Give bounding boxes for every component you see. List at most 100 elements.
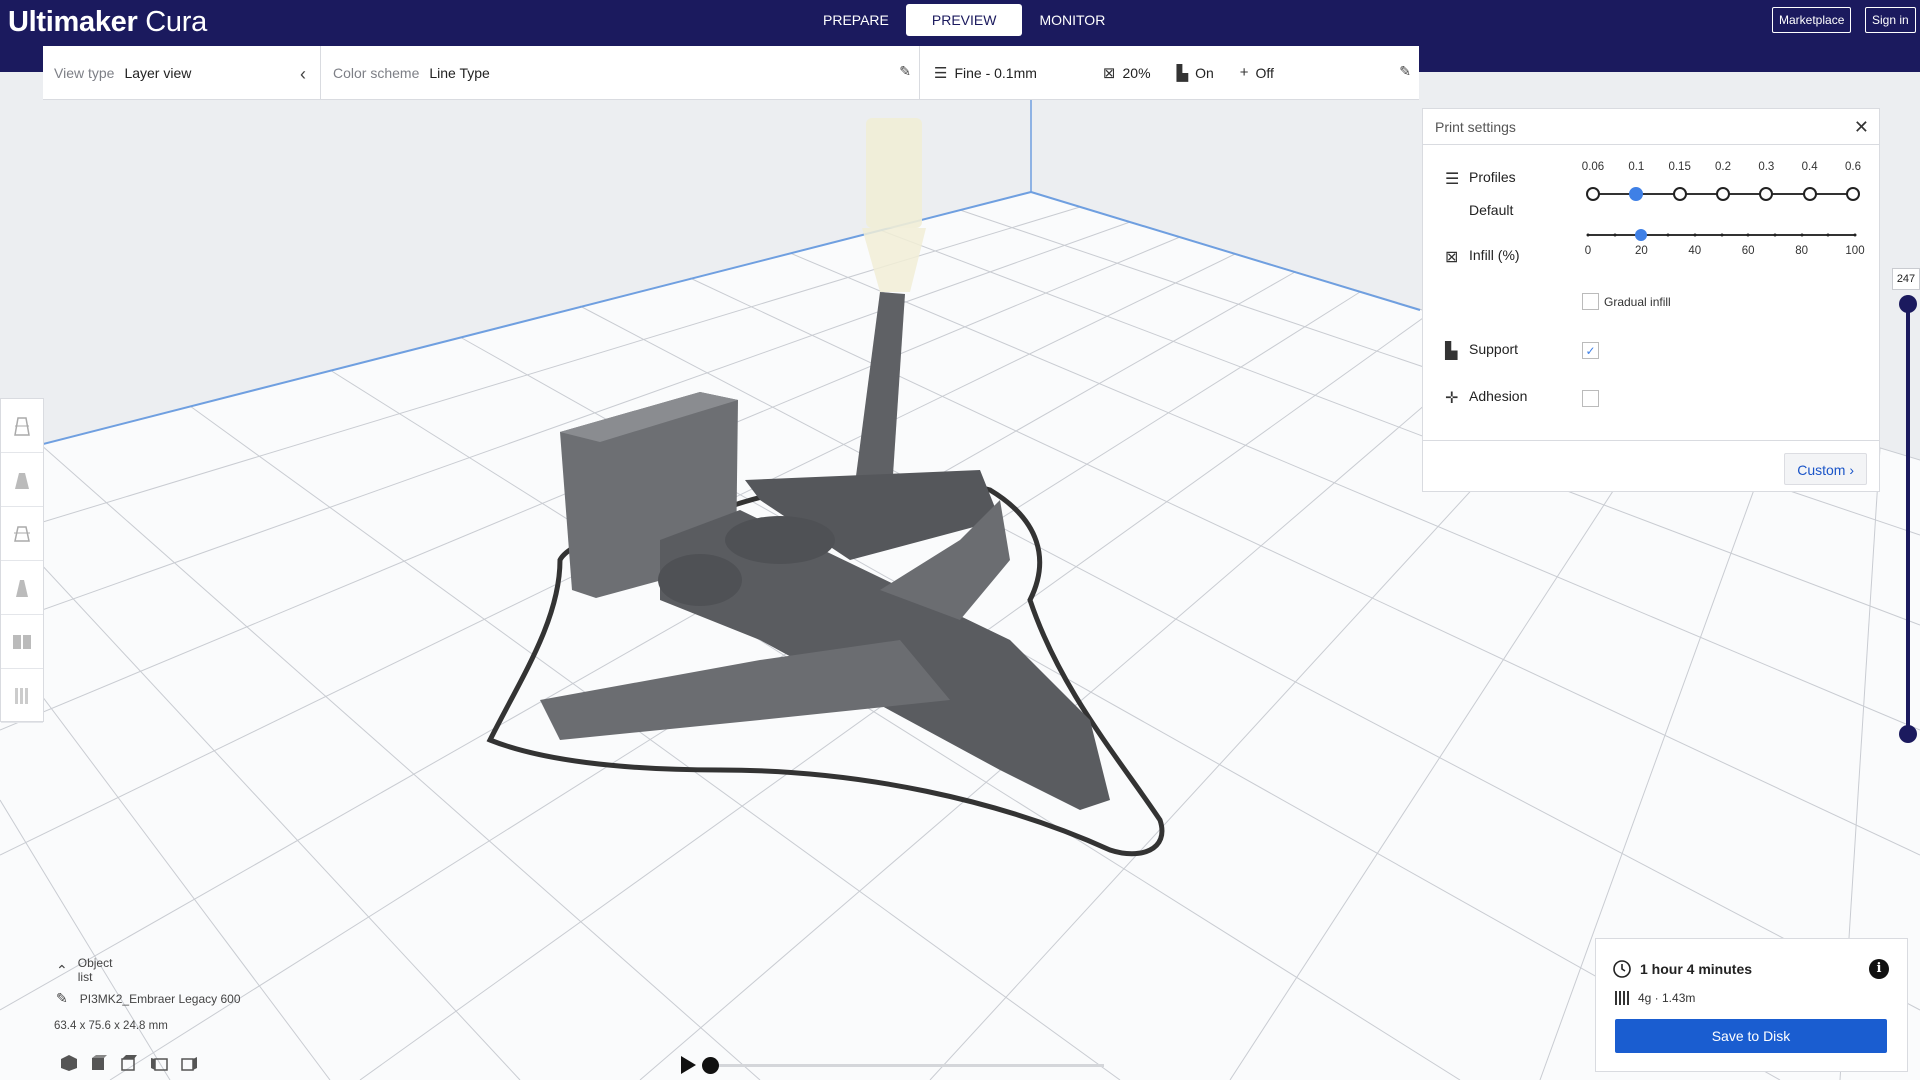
color-scheme-selector[interactable]: Color scheme Line Type ✎ (321, 46, 919, 99)
nozzle (866, 118, 922, 228)
chevron-right-icon: › (1849, 462, 1854, 478)
color-scheme-label: Color scheme (333, 64, 420, 81)
layer-height-option[interactable] (1716, 187, 1730, 201)
layer-slider-bottom-handle[interactable] (1899, 725, 1917, 743)
infill-tick (1800, 233, 1804, 237)
object-list-label: Object list (77, 956, 113, 984)
sign-in-button[interactable]: Sign in (1865, 7, 1916, 33)
rotate-tool-icon[interactable] (1, 507, 43, 561)
tab-preview[interactable]: PREVIEW (905, 4, 1023, 36)
layer-height-label: 0.4 (1801, 161, 1818, 173)
print-settings-footer: Custom › (1423, 440, 1879, 492)
layer-height-label: 0.06 (1581, 161, 1605, 173)
object-file-name: PI3MK2_Embraer Legacy 600 (79, 991, 241, 1006)
tab-prepare[interactable]: PREPARE (806, 4, 906, 36)
support-blocker-icon[interactable] (1, 669, 43, 723)
layer-height-label: 0.2 (1715, 161, 1731, 173)
app-logo: Ultimaker Cura (8, 6, 207, 38)
layer-height-label: 0.15 (1668, 161, 1691, 173)
edit-scheme-icon[interactable]: ✎ (899, 63, 911, 80)
material-row: 4g · 1.43m (1614, 990, 1695, 1006)
right-view-icon[interactable] (174, 1052, 204, 1074)
color-scheme-value: Line Type (429, 64, 490, 81)
object-list-toggle[interactable]: ⌃ Object list (56, 956, 112, 984)
stage-tabs: PREPARE PREVIEW MONITOR (806, 4, 1122, 36)
move-tool-icon[interactable] (1, 399, 43, 453)
infill-tick (1853, 233, 1857, 237)
chevron-left-icon[interactable]: ‹ (300, 64, 306, 85)
object-file-row[interactable]: ✎ PI3MK2_Embraer Legacy 600 (56, 990, 241, 1007)
layer-height-option[interactable] (1586, 187, 1600, 201)
top-bar: Ultimaker Cura PREPARE PREVIEW MONITOR M… (0, 0, 1920, 46)
front-view-icon[interactable] (84, 1052, 114, 1074)
marketplace-button[interactable]: Marketplace (1772, 7, 1852, 33)
print-settings-panel: Print settings ✕ ☰ Profiles Default 0.06… (1422, 108, 1880, 492)
save-to-disk-button[interactable]: Save to Disk (1615, 1019, 1887, 1053)
profile-icon: ☰ (1445, 171, 1460, 188)
layer-height-option[interactable] (1672, 187, 1687, 201)
layer-height-label: 0.6 (1845, 161, 1861, 173)
infill-tick-label: 100 (1845, 245, 1865, 257)
camera-view-buttons (54, 1052, 204, 1074)
adhesion-checkbox[interactable] (1582, 390, 1599, 407)
adhesion-label: Adhesion (1469, 388, 1528, 404)
print-summary-bar[interactable]: ☰ Fine - 0.1mm ⊠ 20% ▙ On + Off ✎ (919, 46, 1419, 99)
chevron-up-icon: ⌃ (56, 961, 68, 978)
layer-height-option[interactable] (1846, 187, 1860, 201)
custom-button[interactable]: Custom › (1784, 453, 1867, 485)
print-time: 1 hour 4 minutes (1640, 961, 1753, 977)
infill-tick (1773, 233, 1777, 237)
adhesion-icon: + (1239, 64, 1249, 81)
gradual-infill-label: Gradual infill (1604, 295, 1671, 309)
support-label: Support (1469, 341, 1519, 357)
simulation-slider-handle[interactable] (702, 1057, 719, 1074)
support-summary: ▙ On (1176, 64, 1214, 82)
gradual-infill-checkbox[interactable] (1582, 293, 1599, 310)
profile-name: Default (1469, 202, 1514, 218)
support-checkbox[interactable]: ✓ (1582, 342, 1599, 359)
info-icon[interactable]: i (1869, 959, 1889, 979)
layer-height-label: 0.3 (1758, 161, 1775, 173)
layer-slider-top-handle[interactable] (1899, 295, 1917, 313)
profile-icon: ☰ (934, 64, 948, 82)
per-model-settings-icon[interactable] (1, 615, 43, 669)
mirror-tool-icon[interactable] (1, 561, 43, 615)
view-header: View type Layer view ‹ Color scheme Line… (43, 46, 1419, 100)
infill-tick (1720, 233, 1723, 237)
left-toolbar (0, 398, 44, 723)
infill-slider-handle[interactable] (1635, 229, 1648, 241)
top-view-icon[interactable] (114, 1052, 144, 1074)
profile-summary: ☰ Fine - 0.1mm (934, 64, 1037, 82)
play-icon[interactable] (681, 1056, 696, 1074)
infill-tick (1586, 233, 1590, 237)
left-view-icon[interactable] (144, 1052, 174, 1074)
layer-number-field[interactable]: 247 (1892, 268, 1920, 290)
scale-tool-icon[interactable] (1, 453, 43, 507)
print-settings-header: Print settings ✕ (1423, 109, 1879, 145)
tab-monitor[interactable]: MONITOR (1022, 4, 1122, 36)
infill-icon: ⊠ (1102, 64, 1116, 82)
layer-height-option[interactable] (1759, 187, 1774, 201)
output-panel: 1 hour 4 minutes i 4g · 1.43m Save to Di… (1595, 938, 1908, 1072)
simulation-slider-track[interactable] (710, 1064, 1104, 1067)
layer-slider-track[interactable] (1906, 302, 1910, 734)
profiles-label: Profiles (1469, 169, 1516, 185)
view-type-selector[interactable]: View type Layer view ‹ (43, 46, 321, 99)
infill-tick-label: 0 (1584, 245, 1592, 257)
print-settings-title: Print settings (1435, 118, 1516, 135)
infill-tick (1666, 233, 1670, 237)
edit-settings-icon[interactable]: ✎ (1399, 63, 1411, 80)
layer-height-label: 0.1 (1628, 161, 1645, 173)
support-icon: ▙ (1176, 64, 1189, 82)
3d-view-icon[interactable] (54, 1052, 84, 1074)
infill-tick-label: 20 (1634, 245, 1648, 257)
object-dimensions: 63.4 x 75.6 x 24.8 mm (54, 1020, 168, 1032)
infill-tick-label: 80 (1795, 245, 1808, 257)
material-usage: 4g · 1.43m (1638, 991, 1696, 1005)
layer-height-option[interactable] (1629, 187, 1644, 201)
infill-tick (1746, 233, 1750, 237)
checkmark-icon: ✓ (1585, 343, 1596, 358)
close-icon[interactable]: ✕ (1854, 117, 1869, 138)
infill-icon: ⊠ (1445, 249, 1459, 266)
layer-height-option[interactable] (1802, 187, 1817, 201)
